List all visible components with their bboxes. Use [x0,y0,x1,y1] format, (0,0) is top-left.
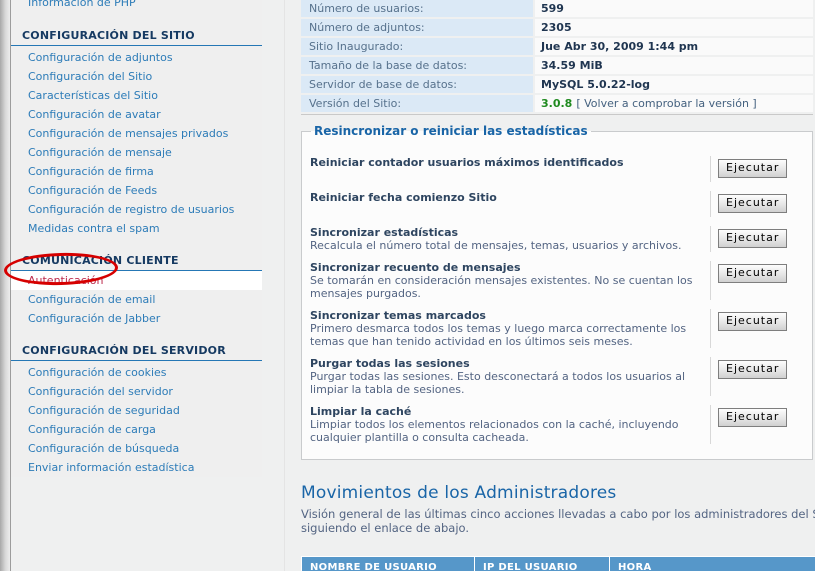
admin-log-heading: Movimientos de los Administradores [301,483,617,503]
column-header-username: NOMBRE DE USUARIO [302,557,474,571]
action-row: Sincronizar temas marcados Primero desma… [310,309,812,348]
sidebar-section-header-servidor: CONFIGURACIÓN DEL SERVIDOR [11,342,262,361]
action-row: Sincronizar recuento de mensajes Se toma… [310,261,812,300]
sidebar-menu: Información de PHP CONFIGURACIÓN DEL SIT… [11,0,262,477]
action-title: Purgar todas las sesiones [310,357,470,370]
stat-value: 34.59 MiB [535,57,813,74]
stat-label: Sitio Inaugurado: [301,38,533,55]
fieldset-legend: Resincronizar o reiniciar las estadístic… [314,124,588,138]
sidebar-item-config-avatar[interactable]: Configuración de avatar [11,105,262,124]
left-gutter [0,0,11,571]
table-row-version: Versión del Sitio: 3.0.8[ Volver a compr… [301,95,813,112]
sidebar-item-medidas-spam[interactable]: Medidas contra el spam [11,219,262,238]
action-row: Reiniciar contador usuarios máximos iden… [310,156,812,182]
sidebar-item-config-cookies[interactable]: Configuración de cookies [11,363,262,382]
site-statistics-table: Número de usuarios: 599 Número de adjunt… [301,0,813,115]
action-description: Recalcula el número total de mensajes, t… [310,239,682,252]
action-row: Reiniciar fecha comienzo Sitio Ejecutar [310,191,812,217]
stat-value: 2305 [535,19,813,36]
sidebar-item-config-email[interactable]: Configuración de email [11,290,262,309]
sidebar-item-config-seguridad[interactable]: Configuración de seguridad [11,401,262,420]
resync-stats-fieldset: Resincronizar o reiniciar las estadístic… [301,124,813,460]
action-title: Sincronizar estadísticas [310,226,459,239]
admin-log-description-line2: siguiendo el enlace de abajo. [301,521,470,535]
sidebar-section-header-sitio: CONFIGURACIÓN DEL SITIO [11,27,262,46]
ejecutar-button[interactable]: Ejecutar [718,311,788,331]
ejecutar-button[interactable]: Ejecutar [718,359,788,379]
stat-label: Versión del Sitio: [301,95,533,112]
action-description: Se tomarán en consideración mensajes exi… [310,274,693,300]
sidebar-item-caracteristicas-sitio[interactable]: Características del Sitio [11,86,262,105]
action-title: Reiniciar contador usuarios máximos iden… [310,156,624,169]
stat-label: Tamaño de la base de datos: [301,57,533,74]
sidebar-item-config-adjuntos[interactable]: Configuración de adjuntos [11,48,262,67]
admin-log-description-line1: Visión general de las últimas cinco acci… [301,507,815,521]
stat-label: Número de adjuntos: [301,19,533,36]
ejecutar-button[interactable]: Ejecutar [718,193,788,213]
sidebar-item-config-registro[interactable]: Configuración de registro de usuarios [11,200,262,219]
sidebar-item-config-mensaje[interactable]: Configuración de mensaje [11,143,262,162]
sidebar-item-enviar-estadistica[interactable]: Enviar información estadística [11,458,262,477]
action-title: Limpiar la caché [310,405,412,418]
action-row: Limpiar la caché Limpiar todos los eleme… [310,405,812,444]
action-description: Primero desmarca todos los temas y luego… [310,322,687,348]
action-description: Purgar todas las sesiones. Esto desconec… [310,370,686,396]
action-title: Sincronizar temas marcados [310,309,486,322]
sidebar-item-informacion-php[interactable]: Información de PHP [11,0,262,12]
table-row: Servidor de base de datos: MySQL 5.0.22-… [301,76,813,93]
stat-value: 599 [535,0,813,17]
sidebar-item-config-feeds[interactable]: Configuración de Feeds [11,181,262,200]
stat-label: Servidor de base de datos: [301,76,533,93]
table-row: Número de adjuntos: 2305 [301,19,813,36]
stat-value: 3.0.8[ Volver a comprobar la versión ] [535,95,813,112]
sidebar-item-config-carga[interactable]: Configuración de carga [11,420,262,439]
stat-label: Número de usuarios: [301,0,533,17]
action-row: Sincronizar estadísticas Recalcula el nú… [310,226,812,252]
sidebar-item-config-firma[interactable]: Configuración de firma [11,162,262,181]
table-row: Número de usuarios: 599 [301,0,813,17]
action-row: Purgar todas las sesiones Purgar todas l… [310,357,812,396]
table-row: Tamaño de la base de datos: 34.59 MiB [301,57,813,74]
ejecutar-button[interactable]: Ejecutar [718,263,788,283]
column-header-time: HORA [610,557,815,571]
sidebar-item-config-servidor[interactable]: Configuración del servidor [11,382,262,401]
site-version-number: 3.0.8 [541,97,573,110]
column-header-user-ip: IP DEL USUARIO [475,557,609,571]
action-description: Limpiar todos los elementos relacionados… [310,418,679,444]
sidebar-item-config-mensajes-privados[interactable]: Configuración de mensajes privados [11,124,262,143]
sidebar-section-header-comunicacion: COMUNICACIÓN CLIENTE [11,252,262,271]
sidebar-item-config-sitio[interactable]: Configuración del Sitio [11,67,262,86]
stat-value: MySQL 5.0.22-log [535,76,813,93]
table-row: Sitio Inaugurado: Jue Abr 30, 2009 1:44 … [301,38,813,55]
stat-value: Jue Abr 30, 2009 1:44 pm [535,38,813,55]
phpbb-acp-screen: Información de PHP CONFIGURACIÓN DEL SIT… [0,0,815,571]
sidebar-item-config-jabber[interactable]: Configuración de Jabber [11,309,262,328]
ejecutar-button[interactable]: Ejecutar [718,158,788,178]
main-content: Número de usuarios: 599 Número de adjunt… [284,0,815,571]
ejecutar-button[interactable]: Ejecutar [718,407,788,427]
action-title: Sincronizar recuento de mensajes [310,261,521,274]
sidebar-item-config-busqueda[interactable]: Configuración de búsqueda [11,439,262,458]
admin-log-description: Visión general de las últimas cinco acci… [301,507,815,535]
action-title: Reiniciar fecha comienzo Sitio [310,191,497,204]
admin-log-table-header: NOMBRE DE USUARIO IP DEL USUARIO HORA [301,556,815,571]
recheck-version-link[interactable]: [ Volver a comprobar la versión ] [576,97,756,110]
ejecutar-button[interactable]: Ejecutar [718,228,788,248]
sidebar-item-autenticacion[interactable]: Autenticación [11,271,262,290]
